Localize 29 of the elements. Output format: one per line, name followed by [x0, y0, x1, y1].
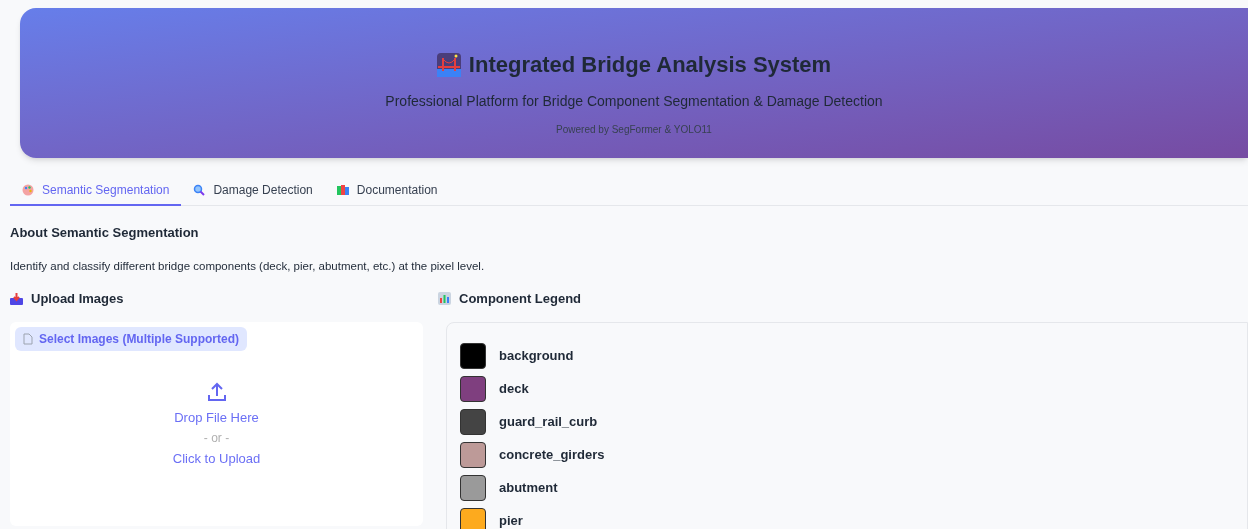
inbox-tray-icon — [10, 292, 23, 306]
app-subtitle: Professional Platform for Bridge Component Segmentation & Damage Detection — [385, 92, 883, 111]
bridge-icon — [436, 52, 461, 77]
select-images-button[interactable]: Select Images (Multiple Supported) — [15, 326, 248, 351]
legend-label: guard_rail_curb — [499, 413, 598, 431]
upload-icon — [205, 380, 228, 403]
app-title: Integrated Bridge Analysis System — [468, 51, 832, 79]
legend-heading: Component Legend — [459, 290, 582, 308]
bar-chart-icon — [438, 292, 451, 306]
legend-label: background — [499, 347, 574, 365]
drop-file-text: Drop File Here — [174, 408, 259, 427]
legend-label: pier — [499, 512, 523, 529]
description-text: Identify and classify different bridge components (deck, pier, abutment, etc.) at the pixel level. — [10, 258, 486, 274]
upload-dropzone[interactable]: Select Images (Multiple Supported) Drop File Here - or - Click to Upload — [10, 321, 423, 526]
search-icon — [193, 184, 206, 196]
legend-label: deck — [499, 380, 529, 398]
palette-icon — [22, 184, 34, 196]
books-icon — [336, 184, 349, 196]
tab[interactable]: Damage Detection — [181, 176, 325, 206]
powered-by-text: Powered by SegFormer & YOLO11 — [556, 123, 712, 137]
legend-label: concrete_girders — [499, 446, 605, 464]
upload-heading: Upload Images — [31, 290, 124, 308]
or-text: - or - — [203, 430, 230, 448]
tab[interactable]: Documentation — [324, 176, 450, 206]
tab[interactable]: Semantic Segmentation — [10, 176, 182, 206]
section-heading: About Semantic Segmentation — [10, 224, 200, 242]
file-icon — [23, 332, 33, 345]
click-to-upload-link[interactable]: Click to Upload — [172, 449, 261, 469]
legend-label: abutment — [499, 479, 558, 497]
